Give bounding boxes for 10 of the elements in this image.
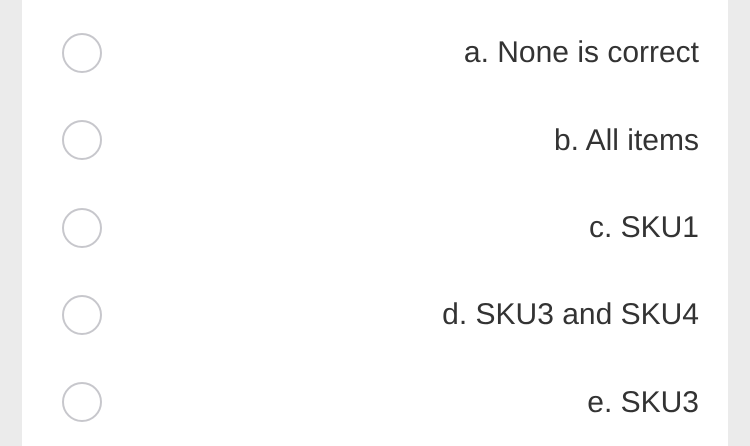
radio-button[interactable] <box>62 294 102 335</box>
radio-button[interactable] <box>62 120 102 160</box>
option-label: a. None is correct <box>464 35 699 72</box>
option-label: d. SKU3 and SKU4 <box>442 297 699 334</box>
radio-button[interactable] <box>62 382 102 422</box>
option-label: c. SKU1 <box>588 210 699 246</box>
option-label: b. All items <box>554 122 699 159</box>
radio-button[interactable] <box>62 32 102 73</box>
option-label: e. SKU3 <box>587 384 699 421</box>
radio-button[interactable] <box>62 208 102 248</box>
